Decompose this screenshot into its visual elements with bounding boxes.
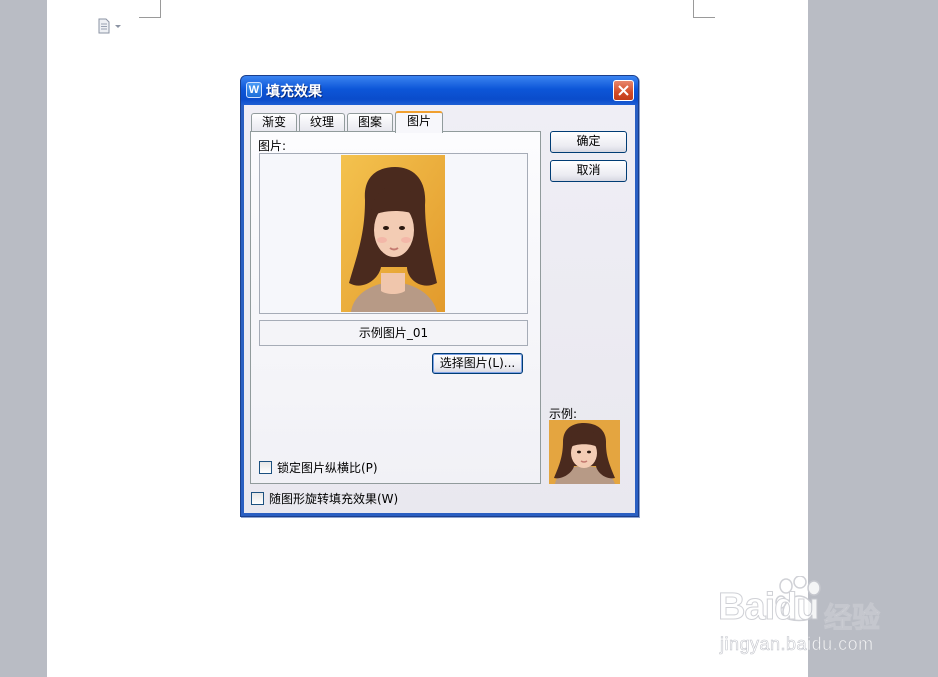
picture-preview-box [259,153,528,314]
dialog-title: 填充效果 [266,84,322,100]
ok-button[interactable]: 确定 [550,131,627,153]
picture-preview-image [341,155,445,312]
watermark-url: jingyan.baidu.com [720,634,874,655]
baidu-jingyan-watermark: Baidu 经验 jingyan.baidu.com [716,576,906,660]
dialog-client-area: 渐变 纹理 图案 图片 图片: 示例图片_01 选择图片(L)... 锁定图片纵… [244,105,635,513]
lock-aspect-ratio-checkbox[interactable] [259,461,272,474]
tab-picture[interactable]: 图片 [395,111,443,133]
page-margin-corner-top-left [139,0,161,18]
jingyan-logo-text: 经验 [823,601,881,635]
baidu-logo-text: Baidu [718,586,821,629]
lock-aspect-ratio-label: 锁定图片纵横比(P) [277,461,378,475]
picture-label: 图片: [258,139,287,153]
rotate-with-shape-checkbox[interactable] [251,492,264,505]
rotate-with-shape-option[interactable]: 随图形旋转填充效果(W) [251,492,398,506]
lock-aspect-ratio-option[interactable]: 锁定图片纵横比(P) [259,461,378,475]
close-icon [618,85,629,96]
cancel-button[interactable]: 取消 [550,160,627,182]
wps-app-icon: W [246,82,262,98]
select-picture-button[interactable]: 选择图片(L)... [432,353,523,374]
tab-texture[interactable]: 纹理 [299,113,345,132]
sample-preview-image [549,420,620,484]
document-dropdown-icon[interactable] [97,18,123,34]
fill-effects-dialog: W 填充效果 渐变 纹理 图案 图片 图片: 示例图片_01 选择图片(L)..… [240,75,639,517]
page-margin-corner-top-right [693,0,715,18]
rotate-with-shape-label: 随图形旋转填充效果(W) [269,492,399,506]
picture-name-field: 示例图片_01 [259,320,528,346]
picture-tab-panel: 图片: 示例图片_01 选择图片(L)... 锁定图片纵横比(P) [250,131,541,484]
dialog-titlebar[interactable]: W 填充效果 [241,76,638,105]
close-button[interactable] [613,80,634,101]
tab-pattern[interactable]: 图案 [347,113,393,132]
tab-gradient[interactable]: 渐变 [251,113,297,132]
